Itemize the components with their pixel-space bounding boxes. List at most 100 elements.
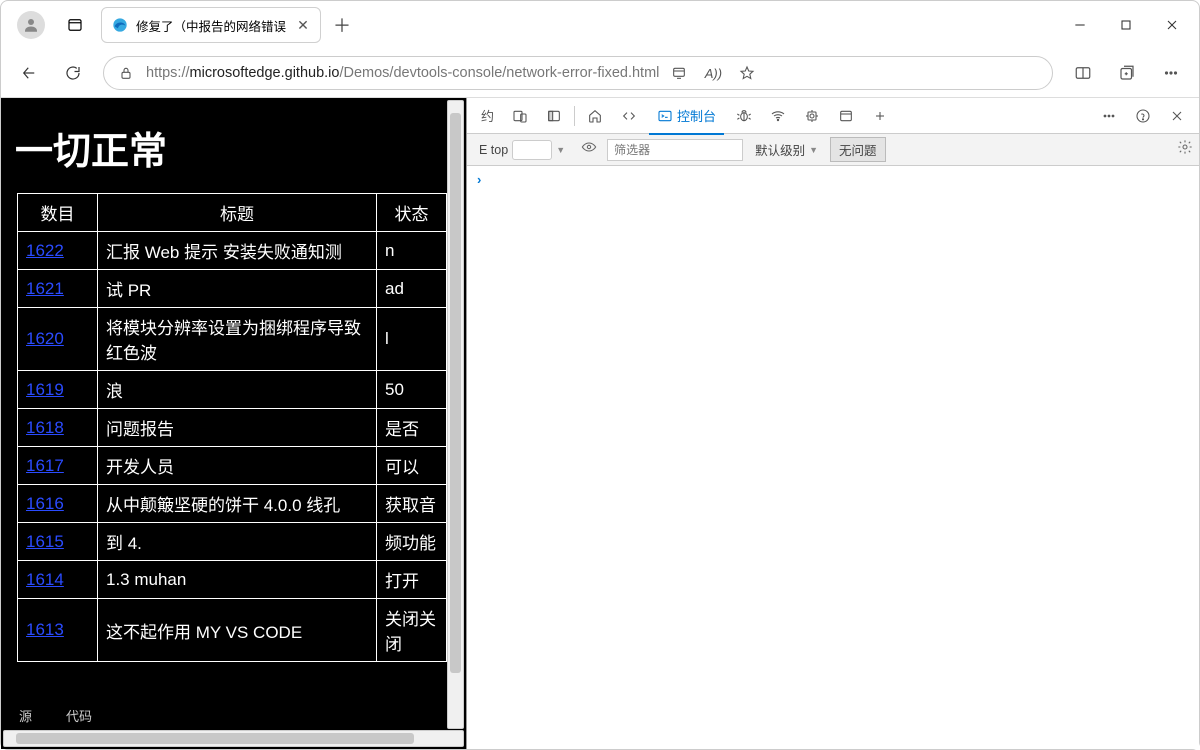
edge-favicon-icon [112, 17, 128, 33]
profile-avatar[interactable] [17, 11, 45, 39]
console-filter-input[interactable] [607, 139, 743, 161]
inspect-icon: 约 [481, 106, 494, 125]
cell-number: 1614 [18, 561, 98, 599]
devtools-help-button[interactable] [1127, 98, 1159, 134]
cell-number: 1616 [18, 485, 98, 523]
plus-icon [872, 108, 888, 124]
lock-icon [118, 65, 134, 81]
issue-link[interactable]: 1615 [26, 532, 64, 551]
refresh-icon [64, 64, 82, 82]
cell-status: 关闭关闭 [377, 599, 447, 662]
app-icon [671, 65, 687, 81]
tab-console-label: 控制台 [677, 106, 716, 125]
caret-down-icon: ▼ [809, 145, 818, 155]
execution-context-dropdown[interactable]: E top ▼ [473, 138, 571, 162]
device-toggle-button[interactable] [504, 98, 536, 134]
cell-number: 1618 [18, 409, 98, 447]
issue-link[interactable]: 1622 [26, 241, 64, 260]
minimize-icon [1072, 17, 1088, 33]
devtools-more-button[interactable] [1093, 98, 1125, 134]
issue-link[interactable]: 1616 [26, 494, 64, 513]
minimize-button[interactable] [1057, 5, 1103, 45]
browser-tab[interactable]: 修复了（中报告的网络错误 ✕ [101, 7, 321, 43]
issue-link[interactable]: 1621 [26, 279, 64, 298]
titlebar: 修复了（中报告的网络错误 ✕ ＋ [1, 1, 1199, 49]
issue-link[interactable]: 1618 [26, 418, 64, 437]
settings-menu-button[interactable] [1151, 53, 1191, 93]
cell-title: 到 4. [98, 523, 377, 561]
page-footer: 源 代码 [1, 704, 466, 727]
wifi-icon [770, 108, 786, 124]
console-icon [657, 108, 673, 124]
page-heading: 一切正常 [5, 102, 462, 193]
issue-link[interactable]: 1613 [26, 620, 64, 639]
chip-icon [804, 108, 820, 124]
issue-link[interactable]: 1619 [26, 380, 64, 399]
cell-status: ad [377, 270, 447, 308]
cell-title: 将模块分辨率设置为捆绑程序导致红色波 [98, 308, 377, 371]
console-settings-button[interactable] [1177, 139, 1193, 160]
live-expression-button[interactable] [577, 139, 601, 160]
devtools-close-button[interactable] [1161, 98, 1193, 134]
content-area: 一切正常 数目 标题 状态 1622汇报 Web 提示 安装失败通知测n1621… [1, 97, 1199, 749]
read-aloud-icon: A)) [705, 66, 722, 81]
dock-button[interactable] [538, 98, 570, 134]
back-button[interactable] [9, 53, 49, 93]
tab-title: 修复了（中报告的网络错误 [136, 16, 286, 35]
table-row: 1618问题报告是否 [18, 409, 447, 447]
cell-title: 汇报 Web 提示 安装失败通知测 [98, 232, 377, 270]
footer-code: 代码 [66, 706, 92, 725]
close-window-button[interactable] [1149, 5, 1195, 45]
log-level-dropdown[interactable]: 默认级别 ▼ [749, 138, 824, 161]
dots-icon [1162, 64, 1180, 82]
collections-button[interactable] [1107, 53, 1147, 93]
maximize-button[interactable] [1103, 5, 1149, 45]
refresh-button[interactable] [53, 53, 93, 93]
cell-number: 1622 [18, 232, 98, 270]
tab-network[interactable] [762, 98, 794, 134]
issue-link[interactable]: 1617 [26, 456, 64, 475]
tab-elements[interactable] [613, 98, 645, 134]
split-icon [1074, 64, 1092, 82]
tab-close-button[interactable]: ✕ [294, 16, 312, 34]
page-horizontal-scrollbar[interactable] [3, 730, 464, 747]
gear-icon [1177, 139, 1193, 155]
cell-title: 这不起作用 MY VS CODE [98, 599, 377, 662]
table-row: 1621 试 PRad [18, 270, 447, 308]
cell-status: n [377, 232, 447, 270]
person-icon [22, 16, 40, 34]
tab-actions-button[interactable] [57, 7, 93, 43]
tab-application[interactable] [830, 98, 862, 134]
address-bar[interactable]: https://microsoftedge.github.io/Demos/de… [103, 56, 1053, 90]
page-vertical-scrollbar[interactable] [447, 100, 464, 729]
eye-icon [581, 139, 597, 155]
toolbar: https://microsoftedge.github.io/Demos/de… [1, 49, 1199, 97]
cell-title: 浪 [98, 371, 377, 409]
tab-console[interactable]: 控制台 [647, 98, 726, 134]
issue-link[interactable]: 1620 [26, 329, 64, 348]
cell-title: 1.3 muhan [98, 561, 377, 599]
new-tab-button[interactable]: ＋ [325, 8, 359, 42]
console-output[interactable]: › [467, 166, 1199, 749]
issue-link[interactable]: 1614 [26, 570, 64, 589]
table-row: 16141.3 muhan打开 [18, 561, 447, 599]
issues-button[interactable]: 无问题 [830, 137, 886, 162]
favorite-button[interactable] [733, 65, 761, 81]
more-tabs-button[interactable] [864, 98, 896, 134]
maximize-icon [1118, 17, 1134, 33]
read-aloud-button[interactable]: A)) [699, 66, 727, 81]
split-screen-button[interactable] [1063, 53, 1103, 93]
dots-icon [1101, 108, 1117, 124]
close-icon [1169, 108, 1185, 124]
inspect-button[interactable]: 约 [473, 98, 502, 134]
cell-title: 试 PR [98, 270, 377, 308]
url-text: https://microsoftedge.github.io/Demos/de… [146, 65, 659, 81]
tab-performance[interactable] [796, 98, 828, 134]
help-icon [1135, 108, 1151, 124]
app-available-button[interactable] [665, 65, 693, 81]
table-row: 1617开发人员可以 [18, 447, 447, 485]
tab-sources[interactable] [728, 98, 760, 134]
devtools-panel: 约 控制台 [467, 98, 1199, 749]
tab-welcome[interactable] [579, 98, 611, 134]
site-info-button[interactable] [112, 65, 140, 81]
